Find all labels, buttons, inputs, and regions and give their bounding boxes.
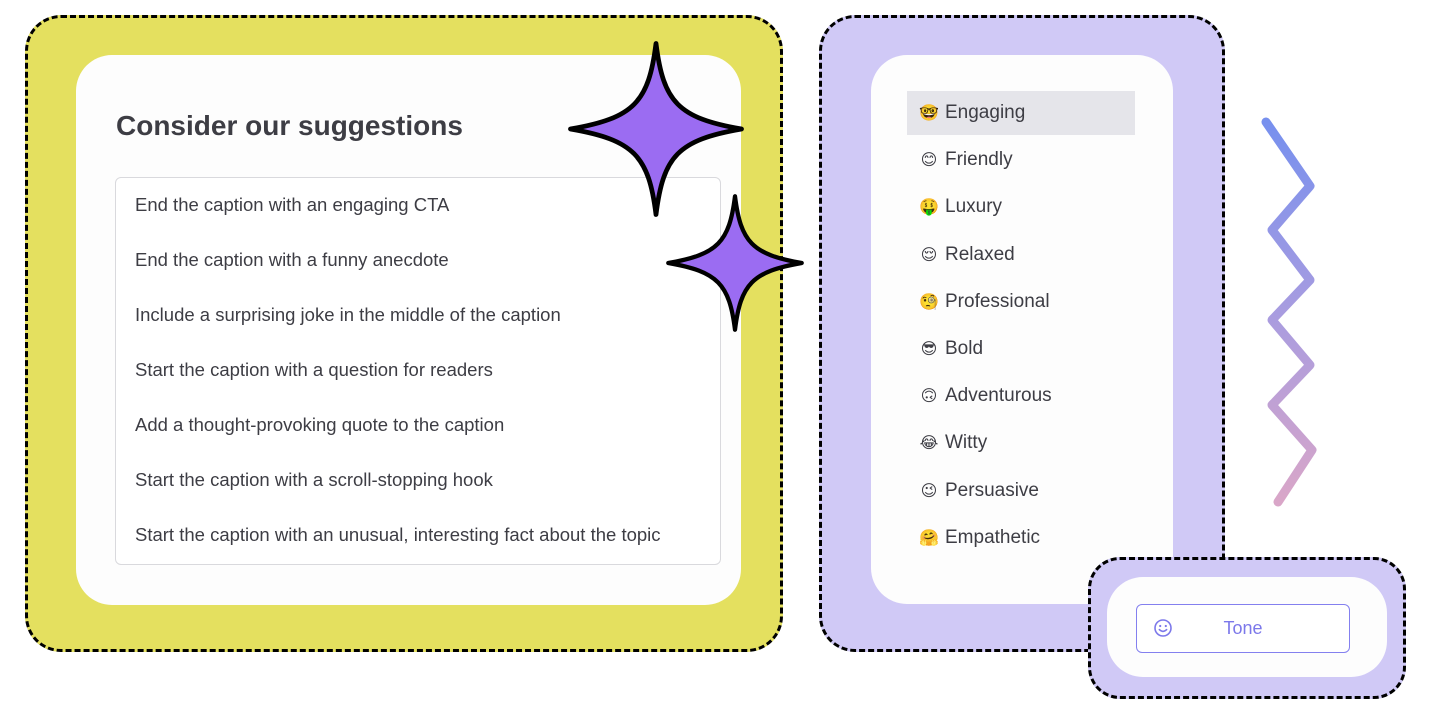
tone-option-professional[interactable]: 🧐 Professional [907, 280, 1135, 324]
tone-button-card: Tone [1107, 577, 1387, 677]
tone-option-persuasive[interactable]: 😉 Persuasive [907, 469, 1135, 513]
hugging-face-icon: 🤗 [919, 529, 939, 547]
tone-option-label: Luxury [945, 196, 1003, 218]
winking-face-icon: 😉 [920, 482, 938, 500]
money-mouth-face-icon: 🤑 [919, 199, 939, 217]
suggestion-item[interactable]: Include a surprising joke in the middle … [135, 304, 561, 326]
tone-option-relaxed[interactable]: 😌 Relaxed [907, 233, 1135, 277]
suggestions-title: Consider our suggestions [116, 110, 463, 141]
tone-option-label: Professional [945, 290, 1050, 312]
tears-of-joy-face-icon: 😂 [919, 435, 939, 453]
suggestion-item[interactable]: Add a thought-provoking quote to the cap… [135, 414, 504, 436]
tone-button-frame: Tone [1088, 557, 1406, 699]
suggestion-item[interactable]: Start the caption with a scroll-stopping… [135, 469, 493, 491]
sunglasses-face-icon: 😎 [920, 341, 938, 358]
tone-option-bold[interactable]: 😎 Bold [907, 327, 1135, 371]
suggestion-item[interactable]: End the caption with an engaging CTA [135, 194, 449, 216]
smiling-face-icon: 😊 [920, 152, 938, 170]
suggestions-list: End the caption with an engaging CTA End… [115, 177, 721, 565]
squiggle-decoration [1261, 117, 1317, 507]
tone-option-luxury[interactable]: 🤑 Luxury [907, 185, 1135, 229]
tone-option-label: Empathetic [945, 526, 1041, 548]
relieved-face-icon: 😌 [920, 246, 938, 264]
tone-option-label: Adventurous [945, 385, 1052, 407]
tone-option-friendly[interactable]: 😊 Friendly [907, 138, 1135, 182]
tone-option-label: Bold [945, 338, 984, 359]
smiley-icon [1154, 619, 1172, 637]
tone-option-adventurous[interactable]: 🙃 Adventurous [907, 374, 1135, 418]
tone-option-label: Witty [945, 432, 988, 454]
suggestion-item[interactable]: Start the caption with an unusual, inter… [135, 524, 661, 546]
nerd-face-icon: 🤓 [919, 105, 939, 122]
tone-option-engaging[interactable]: 🤓 Engaging [907, 91, 1135, 135]
tone-option-label: Engaging [945, 102, 1026, 123]
monocle-face-icon: 🧐 [919, 293, 939, 311]
sparkle-small-icon [666, 194, 804, 332]
tones-dropdown: 🤓 Engaging 😊 Friendly 🤑 Luxury 😌 Relaxed 🧐 Profes… [871, 55, 1173, 604]
tone-option-witty[interactable]: 😂 Witty [907, 421, 1135, 465]
tone-option-label: Persuasive [945, 479, 1039, 501]
tone-option-empathetic[interactable]: 🤗 Empathetic [907, 516, 1135, 560]
suggestion-item[interactable]: Start the caption with a question for re… [135, 359, 493, 381]
tone-button[interactable]: Tone [1136, 604, 1350, 653]
tone-button-label: Tone [1223, 618, 1263, 638]
tone-option-label: Friendly [945, 149, 1013, 171]
suggestion-item[interactable]: End the caption with a funny anecdote [135, 249, 449, 271]
upside-down-face-icon: 🙃 [920, 388, 938, 406]
tone-option-label: Relaxed [945, 243, 1015, 265]
